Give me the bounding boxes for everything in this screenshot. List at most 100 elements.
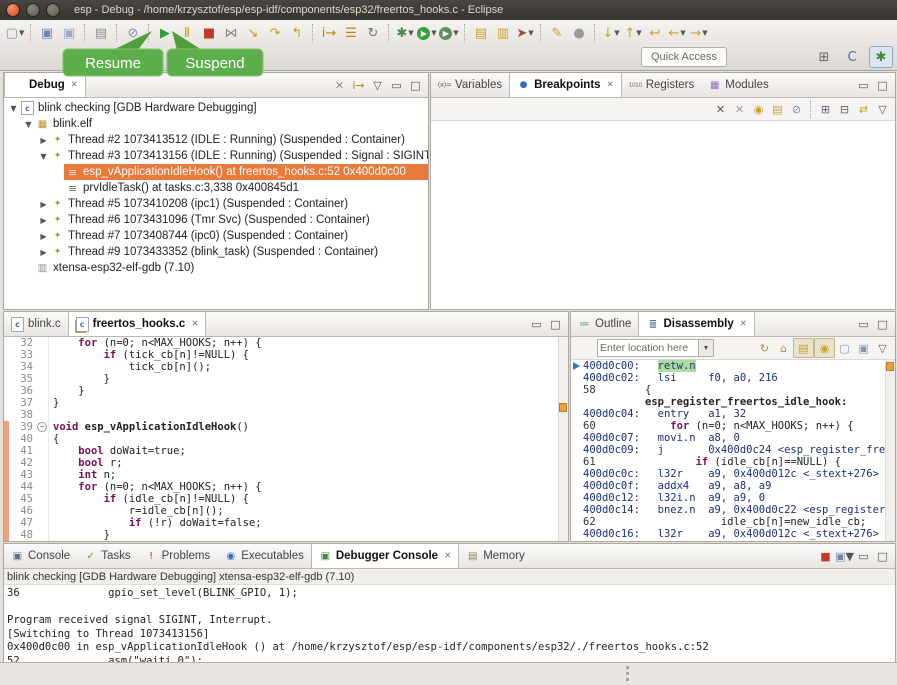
tree-row[interactable]: ▼✦Thread #3 1073413156 (IDLE : Running) … [4,148,428,164]
minimize-button[interactable]: ▭ [854,315,873,333]
link-with-debug-button[interactable]: ⇄ [854,100,873,118]
view-menu-button[interactable]: ▽ [873,339,892,357]
window-maximize-button[interactable] [46,3,60,17]
previous-annotation-button[interactable]: ↑▼ [622,23,644,43]
minimize-button[interactable]: ▭ [387,76,406,94]
tab-tasks[interactable]: ✓Tasks [77,544,137,568]
tree-expander-icon[interactable]: ▶ [38,200,49,209]
tree-row[interactable]: ▶✦Thread #7 1073408744 (ipc0) (Suspended… [4,228,428,244]
location-combo-dropdown[interactable]: ▼ [699,339,714,357]
run-button[interactable]: ▶▼ [416,23,438,43]
collapse-all-button[interactable]: ⊟ [835,100,854,118]
minimize-button[interactable]: ▭ [527,315,546,333]
expand-all-button[interactable]: ⊞ [816,100,835,118]
fold-minus-icon[interactable]: − [37,422,47,432]
tree-expander-icon[interactable]: ▶ [38,248,49,257]
tree-row[interactable]: ▶✦Thread #2 1073413512 (IDLE : Running) … [4,132,428,148]
open-new-view-button[interactable]: ▢ [835,339,854,357]
tree-row[interactable]: ▼cblink checking [GDB Hardware Debugging… [4,100,428,116]
restart-button[interactable]: ↻ [362,23,384,43]
tree-row[interactable]: ▼▦blink.elf [4,116,428,132]
back-button[interactable]: ←▼ [666,23,688,43]
tree-row[interactable]: ▶✦Thread #9 1073433352 (blink_task) (Sus… [4,244,428,260]
maximize-button[interactable]: □ [873,315,892,333]
quick-access-button[interactable]: Quick Access [641,47,727,67]
tree-expander-icon[interactable]: ▼ [23,120,34,129]
console-output[interactable]: 36 gpio_set_level(BLINK_GPIO, 1);Program… [4,585,895,664]
external-tools-button[interactable]: ➤▼ [514,23,536,43]
maximize-button[interactable]: □ [873,76,892,94]
refresh-icon[interactable]: ↻ [755,339,774,357]
tab-memory[interactable]: ▤Memory [459,544,532,568]
new-wizard-button[interactable]: ▢▼ [4,23,26,43]
use-step-filters-button[interactable]: ☰ [340,23,362,43]
window-close-button[interactable] [6,3,20,17]
window-minimize-button[interactable] [26,3,40,17]
fold-collapse-icon[interactable]: − [36,421,49,433]
tab-breakpoints[interactable]: ●Breakpoints✕ [509,73,622,97]
annotation-marker[interactable] [559,403,567,412]
tab-close-icon[interactable]: ✕ [607,80,614,90]
tree-expander-icon[interactable]: ▶ [38,216,49,225]
editor-overview-ruler[interactable] [558,337,568,541]
tab-executables[interactable]: ◉Executables [217,544,311,568]
remove-breakpoint-button[interactable]: ✕ [711,100,730,118]
track-expression-button[interactable]: ◉ [814,338,835,358]
tree-row[interactable]: ≡prvIdleTask() at tasks.c:3,338 0x400845… [4,180,428,196]
view-menu-button[interactable]: ▽ [368,76,387,94]
tree-expander-icon[interactable]: ▼ [8,104,19,113]
debug-button[interactable]: ✱▼ [394,23,416,43]
tree-expander-icon[interactable]: ▼ [38,152,49,161]
display-selected-console-button[interactable]: ▣▼ [835,547,854,565]
tab-variables[interactable]: (x)=Variables [431,73,509,97]
instruction-stepping-mode-button[interactable]: i→ [349,76,368,94]
tree-expander-icon[interactable]: ▶ [38,136,49,145]
tab-debugger-console[interactable]: ▣Debugger Console✕ [311,544,459,568]
tab-blink-c[interactable]: cblink.c [4,312,68,336]
remove-all-terminated-button[interactable]: ✕ [330,76,349,94]
debug-perspective-button[interactable]: ✱ [869,46,893,68]
open-element-button[interactable]: ▤ [470,23,492,43]
tab-console[interactable]: ▣Console [4,544,77,568]
annotation-marker[interactable] [886,362,894,371]
remove-all-breakpoints-button[interactable]: ✕ [730,100,749,118]
profile-button[interactable]: ▶▼ [438,23,460,43]
terminate-button[interactable]: ■ [816,547,835,565]
open-perspective-button[interactable]: ⊞ [813,47,835,67]
tree-row[interactable]: ▥xtensa-esp32-elf-gdb (7.10) [4,260,428,276]
tab-close-icon[interactable]: ✕ [71,80,78,90]
instruction-stepping-button[interactable]: i→ [318,23,340,43]
tree-row[interactable]: ▶✦Thread #6 1073431096 (Tmr Svc) (Suspen… [4,212,428,228]
home-icon[interactable]: ⌂ [774,339,793,357]
cpp-perspective-button[interactable]: C [841,47,863,67]
next-annotation-button[interactable]: ↓▼ [600,23,622,43]
disassembly-overview-ruler[interactable] [885,360,895,541]
tab-problems[interactable]: !Problems [138,544,218,568]
tab-modules[interactable]: ▦Modules [701,73,775,97]
tab-registers[interactable]: 1010Registers [622,73,702,97]
last-edit-location-button[interactable]: ↩ [644,23,666,43]
tab-disassembly[interactable]: ≣Disassembly✕ [638,312,754,336]
step-return-button[interactable]: ↰ [286,23,308,43]
show-breakpoints-for-selected-button[interactable]: ◉ [749,100,768,118]
maximize-button[interactable]: □ [873,547,892,565]
maximize-button[interactable]: □ [406,76,425,94]
pin-view-button[interactable]: ▣ [854,339,873,357]
location-combo-input[interactable]: Enter location here [597,339,699,357]
tab-close-icon[interactable]: ✕ [191,319,198,329]
show-source-button[interactable]: ▤ [793,338,814,358]
tree-row[interactable]: ▶✦Thread #5 1073410208 (ipc1) (Suspended… [4,196,428,212]
tab-freertos-hooks-c[interactable]: cfreertos_hooks.c✕ [68,312,207,336]
open-resource-button[interactable]: ▥ [492,23,514,43]
mark-occurrences-button[interactable]: ✎ [546,23,568,43]
tab-outline[interactable]: ≔Outline [571,312,638,336]
maximize-button[interactable]: □ [546,315,565,333]
tab-close-icon[interactable]: ✕ [740,319,747,329]
minimize-button[interactable]: ▭ [854,76,873,94]
toggle-annotations-button[interactable]: ● [568,23,590,43]
go-to-file-button[interactable]: ▤ [768,100,787,118]
skip-all-breakpoints-button[interactable]: ⊘ [787,100,806,118]
tree-row[interactable]: ≡esp_vApplicationIdleHook() at freertos_… [4,164,428,180]
source-editor[interactable]: 32 for (n=0; n<MAX_HOOKS; n++) {33 if (t… [4,337,568,541]
sash-drag-handle[interactable] [626,666,632,681]
